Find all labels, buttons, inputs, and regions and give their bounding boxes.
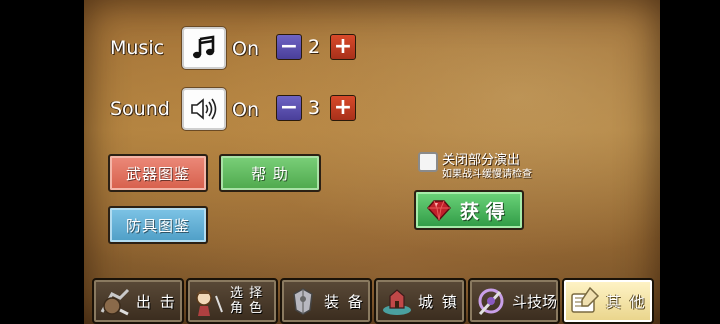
- nav-equipment-button[interactable]: 装 备: [280, 278, 372, 324]
- nav-sortie-button[interactable]: 出 击: [92, 278, 184, 324]
- game-screen: Music On − 2 + Sound On − 3 + 武器图鉴 帮 助 防…: [0, 0, 720, 324]
- town-icon: [383, 289, 411, 315]
- reduce-effects-checkbox[interactable]: [418, 152, 438, 172]
- armor-codex-button[interactable]: 防具图鉴: [108, 206, 208, 244]
- sound-state: On: [232, 99, 259, 121]
- nav-character-select-label: 选 择角 色: [230, 286, 263, 316]
- nav-arena-label: 斗技场: [512, 292, 558, 311]
- sound-label: Sound: [110, 98, 170, 120]
- speaker-icon: [191, 98, 217, 120]
- music-volume-increase-button[interactable]: +: [330, 34, 356, 60]
- sound-volume-decrease-button[interactable]: −: [276, 95, 302, 121]
- music-toggle-button[interactable]: [182, 27, 226, 69]
- character-select-icon: [196, 290, 223, 316]
- sound-toggle-button[interactable]: [182, 88, 226, 130]
- arena-icon: [478, 288, 504, 316]
- music-volume-decrease-button[interactable]: −: [276, 34, 302, 60]
- nav-other-button[interactable]: 其 他: [562, 278, 654, 324]
- nav-character-select-label-line1: 选 择: [230, 286, 264, 301]
- obtain-button[interactable]: 获 得: [414, 190, 524, 230]
- music-note-icon: [193, 35, 215, 59]
- nav-character-select-button[interactable]: 选 择角 色: [186, 278, 278, 324]
- nav-arena-button[interactable]: 斗技场: [468, 278, 560, 324]
- weapon-codex-button[interactable]: 武器图鉴: [108, 154, 208, 192]
- nav-character-select-label-line2: 角 色: [230, 301, 264, 316]
- equipment-icon: [293, 288, 313, 315]
- nav-equipment-label: 装 备: [324, 292, 365, 311]
- reduce-effects-hint: 如果战斗缓慢请检查: [442, 169, 532, 180]
- nav-sortie-label: 出 击: [136, 292, 177, 311]
- nav-town-label: 城 镇: [418, 292, 459, 311]
- other-icon: [571, 286, 600, 313]
- sortie-icon: [100, 288, 130, 316]
- sound-volume-value: 3: [308, 97, 321, 119]
- help-button[interactable]: 帮 助: [219, 154, 321, 192]
- nav-other-label: 其 他: [606, 292, 647, 311]
- music-label: Music: [110, 37, 165, 59]
- music-state: On: [232, 38, 259, 60]
- music-volume-value: 2: [308, 36, 321, 58]
- ruby-gem-icon: [427, 200, 451, 222]
- sound-volume-increase-button[interactable]: +: [330, 95, 356, 121]
- nav-town-button[interactable]: 城 镇: [374, 278, 466, 324]
- obtain-label: 获 得: [460, 200, 505, 223]
